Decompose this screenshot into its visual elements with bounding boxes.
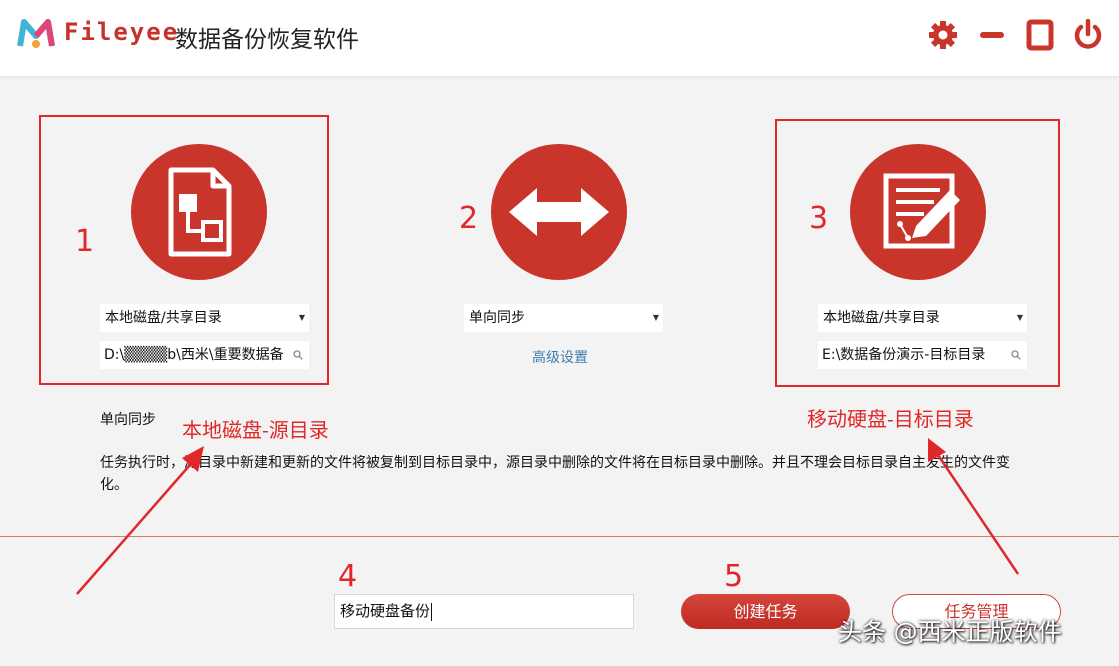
annotation-source-label: 本地磁盘-源目录 [182,418,329,442]
minimize-icon[interactable] [975,18,1009,52]
task-name-value: 移动硬盘备份 [340,602,431,620]
brand-name: Fileyee [64,18,180,46]
power-close-icon[interactable] [1071,18,1105,52]
annotation-number-5: 5 [724,559,744,594]
mode-description: 任务执行时，源目录中新建和更新的文件将被复制到目标目录中，源目录中删除的文件将在… [100,455,1010,493]
annotation-box-target [775,119,1060,387]
advanced-settings-link[interactable]: 高级设置 [532,347,588,367]
task-name-input[interactable]: 移动硬盘备份 [334,594,634,629]
mode-title: 单向同步 [100,412,156,428]
annotation-number-1: 1 [75,224,95,259]
sync-mode-value: 单向同步 [469,310,525,326]
app-title: 数据备份恢复软件 [175,27,359,53]
fileyee-logo-icon [17,19,55,48]
title-bar: Fileyee 数据备份恢复软件 [0,0,1119,76]
watermark-text: 头条 @西米正版软件 [838,618,1062,646]
annotation-number-4: 4 [338,559,358,594]
chevron-down-icon: ▼ [652,313,659,322]
text-caret [431,602,433,621]
create-task-button[interactable]: 创建任务 [681,594,850,629]
annotation-target-label: 移动硬盘-目标目录 [807,407,974,431]
settings-gear-icon[interactable] [926,18,960,52]
sync-mode-icon-button[interactable] [491,144,627,280]
divider [0,536,1119,537]
double-arrow-icon [509,188,609,236]
sync-mode-select[interactable]: 单向同步 ▼ [464,304,663,332]
maximize-icon[interactable] [1023,18,1057,52]
annotation-number-3: 3 [809,201,829,236]
annotation-number-2: 2 [459,201,479,236]
